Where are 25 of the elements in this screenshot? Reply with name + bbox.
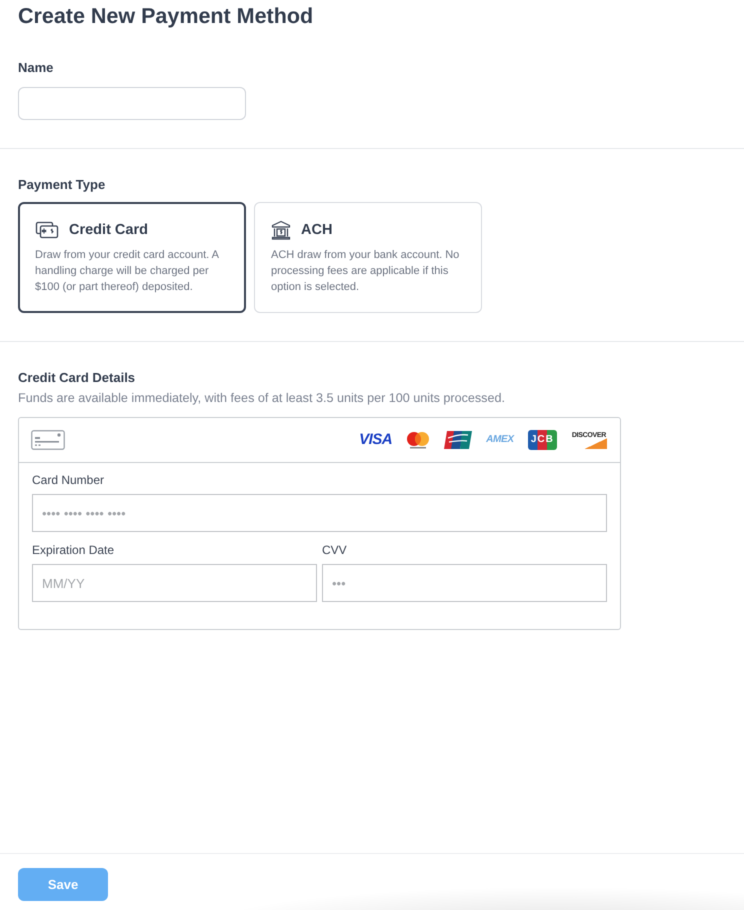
card-brand-logo: AMEX: [486, 434, 514, 446]
name-label: Name: [18, 60, 54, 76]
card-icon: [31, 430, 65, 450]
option-title: Credit Card: [69, 221, 148, 240]
page-title: Create New Payment Method: [18, 4, 314, 28]
name-input-field[interactable]: [18, 87, 246, 120]
cards-icon: [35, 221, 59, 239]
field-label: Expiration Date: [32, 543, 114, 557]
payment-type-option[interactable]: ACH ACH draw from your bank account. No processing fees are applicable if this option is selected.: [254, 202, 482, 313]
payment-type-option[interactable]: Credit Card Draw from your credit card account. A handling charge will be charged per $100 (or part thereof) deposited.: [18, 202, 246, 313]
option-title: ACH: [301, 221, 332, 240]
input-field[interactable]: •••• •••• •••• ••••: [32, 494, 607, 532]
fees-note: Funds are available immediately, with fees of at least 3.5 units per 100 units processed.: [18, 390, 505, 406]
two-circles-icon: [406, 431, 430, 449]
card-brand-logo: VISA: [359, 432, 392, 448]
field-label: CVV: [322, 543, 347, 557]
input-field[interactable]: •••: [322, 564, 607, 602]
option-description: ACH draw from your bank account. No processing fees are applicable if this option is selected.: [271, 248, 460, 295]
section-label: Payment Type: [18, 177, 106, 193]
bank-icon: [271, 220, 291, 240]
input-field[interactable]: MM/YY: [32, 564, 317, 602]
section-label: Credit Card Details: [18, 370, 136, 386]
striped-tiles-icon: [444, 430, 472, 450]
field-label: Card Number: [32, 473, 104, 487]
option-description: Draw from your credit card account. A handling charge will be charged per $100 (or part thereof) deposited.: [35, 248, 220, 295]
